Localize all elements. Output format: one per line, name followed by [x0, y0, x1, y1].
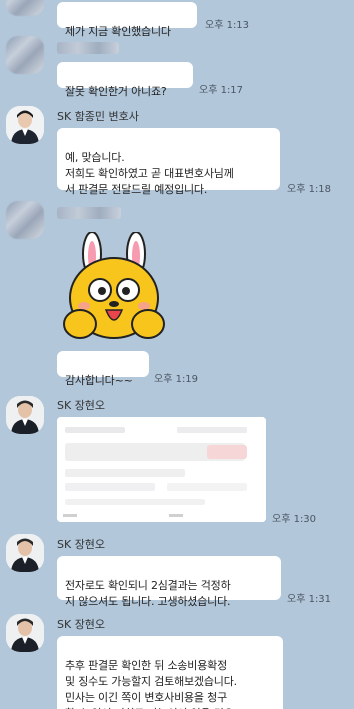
sender-name: SK 장현오 [57, 399, 106, 412]
sender-name: SK 장현오 [57, 618, 106, 631]
sender-name: SK 함종민 변호사 [57, 110, 139, 123]
message-bubble: 예, 맞습니다. 저희도 확인하였고 곧 대표변호사님께 서 판결문 전달드릴 … [57, 128, 280, 196]
message-time: 오후 1:13 [205, 20, 250, 31]
message-time: 오후 1:17 [199, 85, 244, 96]
rabbit-sticker-icon[interactable] [62, 231, 170, 347]
person-icon [6, 534, 44, 572]
sender-avatar-blurred[interactable] [6, 0, 44, 16]
sender-name-blurred [57, 207, 121, 219]
message-time: 오후 1:31 [287, 594, 332, 605]
message-time: 오후 1:19 [154, 374, 199, 385]
message-bubble: 제가 지금 확인했습니다 [57, 2, 197, 38]
message-time: 오후 1:30 [272, 514, 317, 525]
message-bubble: 전자로도 확인되니 2심결과는 걱정하 지 않으셔도 됩니다. 고생하셨습니다. [57, 556, 281, 608]
message-text: 예, 맞습니다. 저희도 확인하였고 곧 대표변호사님께 서 판결문 전달드릴 … [65, 151, 234, 196]
blurred-document-icon [57, 417, 266, 522]
message-time: 오후 1:18 [287, 184, 332, 195]
message-bubble: 추후 판결문 확인한 뒤 소송비용확정 및 징수도 가능할지 검토해보겠습니다.… [57, 636, 283, 709]
person-icon [6, 614, 44, 652]
lawyer-avatar[interactable] [6, 106, 44, 144]
lawyer-avatar[interactable] [6, 534, 44, 572]
sender-name-blurred [57, 42, 119, 54]
lawyer-avatar[interactable] [6, 614, 44, 652]
message-text: 잘못 확인한거 아니죠? [65, 85, 167, 98]
sender-avatar-blurred[interactable] [6, 201, 44, 239]
sender-name: SK 장현오 [57, 538, 106, 551]
message-text: 추후 판결문 확인한 뒤 소송비용확정 및 징수도 가능할지 검토해보겠습니다.… [65, 659, 237, 709]
message-text: 전자로도 확인되니 2심결과는 걱정하 지 않으셔도 됩니다. 고생하셨습니다. [65, 579, 231, 608]
sender-avatar-blurred[interactable] [6, 36, 44, 74]
person-icon [6, 106, 44, 144]
message-bubble: 잘못 확인한거 아니죠? [57, 62, 193, 98]
message-text: 제가 지금 확인했습니다 [65, 25, 171, 38]
message-text: 감사합니다~~ [65, 374, 133, 387]
document-preview-image[interactable] [57, 417, 266, 522]
message-bubble: 감사합니다~~ [57, 351, 149, 387]
lawyer-avatar[interactable] [6, 396, 44, 434]
person-icon [6, 396, 44, 434]
